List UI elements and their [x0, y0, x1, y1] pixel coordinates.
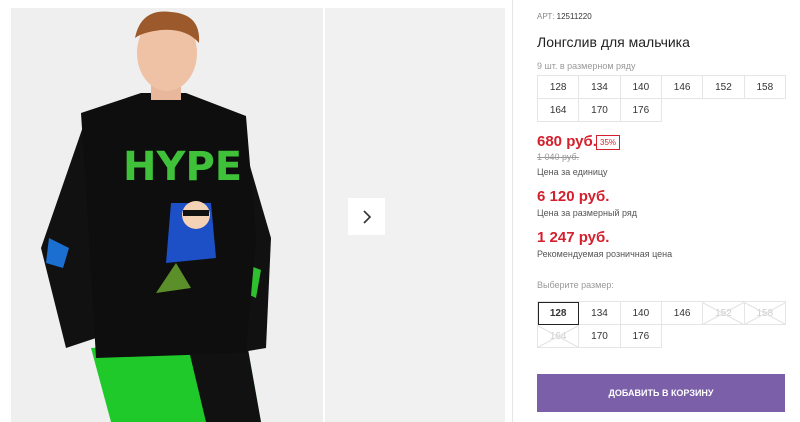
sku: АРТ: 12511220	[537, 12, 592, 21]
size-option-146[interactable]: 146	[661, 302, 704, 325]
size-option-158: 158	[744, 302, 786, 325]
size-range-cell: 146	[661, 76, 704, 99]
size-option-164: 164	[538, 325, 580, 348]
size-range-cell: 152	[703, 76, 745, 99]
size-option-152: 152	[703, 302, 745, 325]
chevron-right-icon	[362, 209, 371, 224]
size-range-table: 128 134 140 146 152 158 164 170 176	[537, 75, 786, 122]
product-photo-illustration: HYPE	[11, 8, 323, 422]
retail-price: 1 247 руб.	[537, 229, 610, 246]
size-range-cell: 176	[620, 99, 662, 122]
size-range-cell: 140	[620, 76, 662, 99]
retail-price-label: Рекомендуемая розничная цена	[537, 249, 673, 259]
size-option-170[interactable]: 170	[579, 325, 621, 348]
add-to-cart-button[interactable]: ДОБАВИТЬ В КОРЗИНУ	[537, 374, 785, 412]
sku-value: 12511220	[556, 12, 592, 21]
current-price: 680 руб.	[537, 133, 597, 150]
size-range-cell: 128	[538, 76, 580, 99]
choose-size-label: Выберите размер:	[537, 280, 614, 290]
size-selector: 128 134 140 146 152 158 164 170 176	[537, 301, 786, 348]
set-price: 6 120 руб.	[537, 188, 610, 205]
size-option-134[interactable]: 134	[579, 302, 621, 325]
set-price-label: Цена за размерный ряд	[537, 208, 638, 218]
size-range-cell: 158	[744, 76, 786, 99]
size-count: 9 шт. в размерном ряду	[537, 61, 636, 71]
size-range-cell: 164	[538, 99, 580, 122]
size-option-140[interactable]: 140	[620, 302, 662, 325]
size-option-176[interactable]: 176	[620, 325, 662, 348]
product-gallery: HYPE	[0, 0, 512, 422]
sku-label: АРТ:	[537, 12, 555, 21]
svg-text:HYPE: HYPE	[123, 144, 242, 190]
size-range-cell: 170	[579, 99, 621, 122]
unit-price-label: Цена за единицу	[537, 167, 608, 177]
size-option-128[interactable]: 128	[538, 302, 580, 325]
next-image-button[interactable]	[348, 198, 385, 235]
discount-badge: 35%	[596, 135, 621, 150]
product-title: Лонгслив для мальчика	[537, 34, 690, 50]
panel-divider	[512, 0, 513, 422]
old-price: 1 040 руб.	[537, 152, 580, 162]
product-photo[interactable]: HYPE	[11, 8, 323, 422]
size-range-cell: 134	[579, 76, 621, 99]
